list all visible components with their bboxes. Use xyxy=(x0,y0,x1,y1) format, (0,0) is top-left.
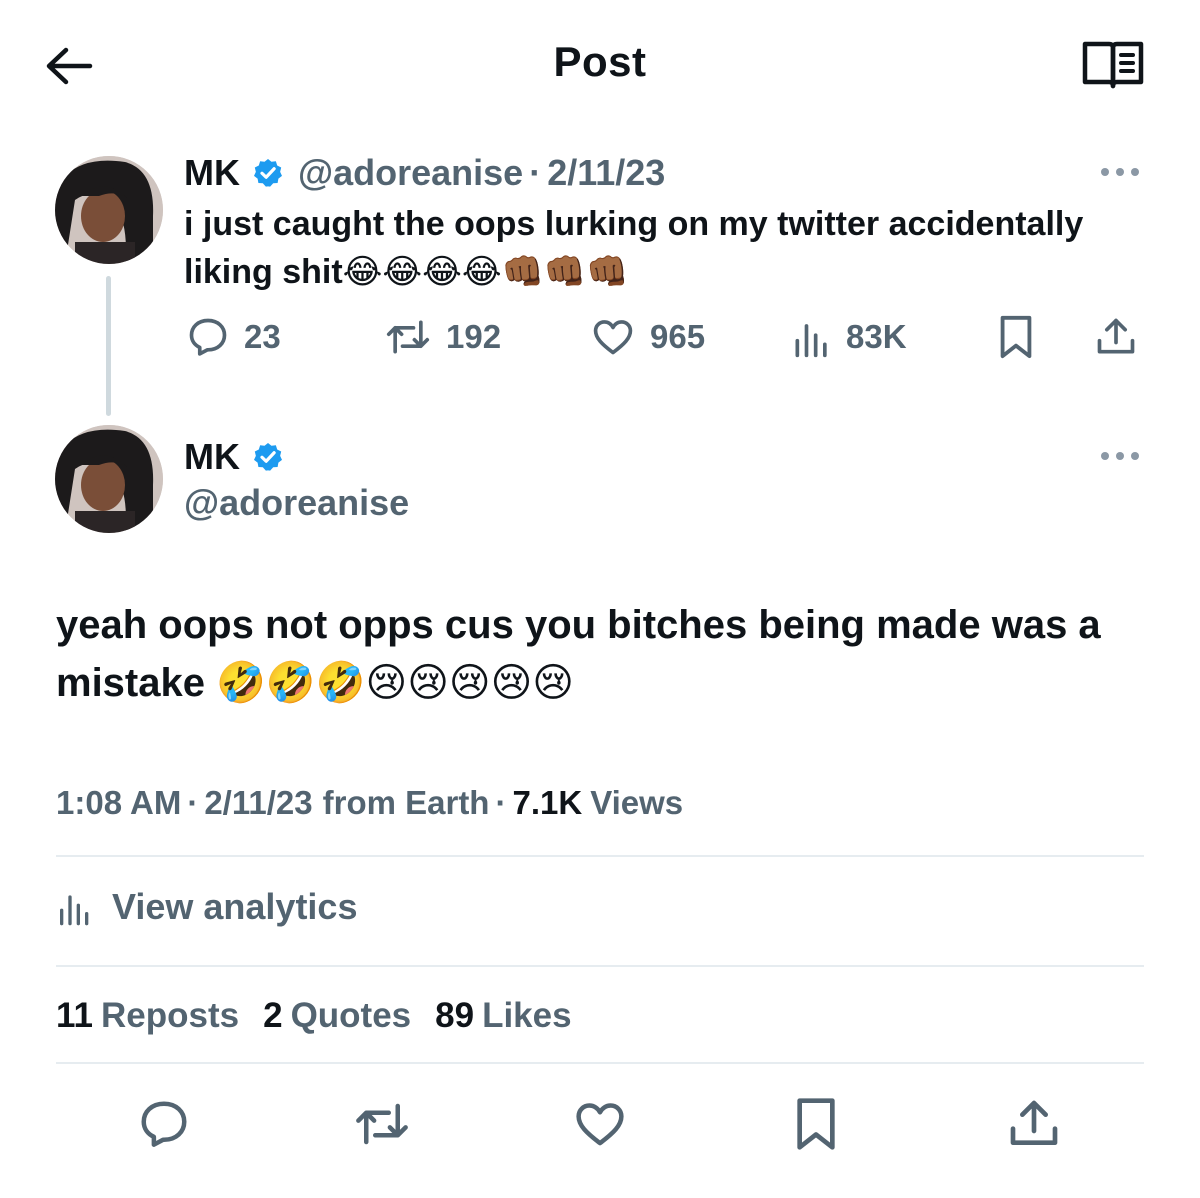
verified-badge-icon xyxy=(252,157,284,189)
divider xyxy=(56,855,1144,857)
verified-badge-icon xyxy=(252,441,284,473)
tweet-source: from Earth xyxy=(322,784,490,821)
view-analytics-label: View analytics xyxy=(112,886,358,927)
reposts-count: 11 xyxy=(56,996,93,1035)
repost-button[interactable] xyxy=(352,1096,412,1152)
parent-tweet-text: i just caught the oops lurking on my twi… xyxy=(184,205,1084,291)
parent-tweet-header: MK @adoreanise · 2/11/23 xyxy=(184,152,665,194)
separator-dot: · xyxy=(187,784,199,821)
engagement-stats: 11 Reposts 2 Quotes 89 Likes xyxy=(56,996,596,1036)
like-button[interactable] xyxy=(570,1096,630,1152)
reply-icon xyxy=(186,315,230,359)
share-icon xyxy=(1010,1100,1058,1145)
thread-connector-line xyxy=(106,276,111,416)
main-tweet-avatar[interactable] xyxy=(55,425,163,533)
repost-icon xyxy=(384,315,432,359)
quotes-label: Quotes xyxy=(290,996,412,1035)
likes-count: 89 xyxy=(435,996,475,1035)
reply-count: 23 xyxy=(244,318,281,355)
parent-author-name[interactable]: MK xyxy=(184,152,240,194)
parent-repost-button[interactable]: 192 xyxy=(384,314,501,360)
main-more-options-icon[interactable] xyxy=(1096,446,1144,466)
like-count: 965 xyxy=(650,318,706,355)
bookmark-icon xyxy=(996,314,1036,360)
parent-reply-button[interactable]: 23 xyxy=(186,314,281,360)
heart-icon xyxy=(590,315,636,359)
tweet-time[interactable]: 1:08 AM xyxy=(56,784,181,822)
main-author-name[interactable]: MK xyxy=(184,436,240,478)
bookmark-button[interactable] xyxy=(786,1096,846,1152)
parent-views-button[interactable]: 83K xyxy=(792,314,907,360)
parent-tweet-date[interactable]: 2/11/23 xyxy=(547,152,665,194)
top-bar: Post xyxy=(0,0,1200,130)
reposts-label: Reposts xyxy=(101,996,240,1035)
separator-dot: · xyxy=(495,784,507,821)
bookmark-icon xyxy=(797,1098,835,1150)
share-icon xyxy=(1094,314,1138,360)
reply-icon xyxy=(141,1101,187,1147)
tweet-date[interactable]: 2/11/23 xyxy=(204,784,312,822)
parent-bookmark-button[interactable] xyxy=(996,314,1036,360)
reposts-stat[interactable]: 11 Reposts xyxy=(56,996,239,1036)
analytics-icon xyxy=(56,887,94,927)
analytics-icon xyxy=(792,315,832,359)
quotes-stat[interactable]: 2 Quotes xyxy=(263,996,411,1036)
likes-stat[interactable]: 89 Likes xyxy=(435,996,571,1036)
likes-label: Likes xyxy=(482,996,572,1035)
share-button[interactable] xyxy=(1004,1096,1064,1152)
reader-mode-icon[interactable] xyxy=(1080,40,1146,92)
heart-icon xyxy=(576,1103,624,1146)
views-count: 83K xyxy=(846,318,907,355)
views-count: 7.1K xyxy=(512,784,583,821)
divider xyxy=(56,1062,1144,1064)
page-title: Post xyxy=(553,38,647,85)
repost-icon xyxy=(356,1103,408,1145)
parent-like-button[interactable]: 965 xyxy=(590,314,705,360)
parent-more-options-icon[interactable] xyxy=(1096,162,1144,182)
divider xyxy=(56,965,1144,967)
views-label: Views xyxy=(590,784,684,821)
view-analytics-button[interactable]: View analytics xyxy=(56,884,357,930)
quotes-count: 2 xyxy=(263,996,283,1035)
tweet-metadata: 1:08 AM · 2/11/23 from Earth · 7.1K View… xyxy=(56,784,683,822)
repost-count: 192 xyxy=(446,318,502,355)
separator-dot: · xyxy=(529,152,542,193)
parent-tweet-avatar[interactable] xyxy=(55,156,163,264)
main-tweet-header: MK xyxy=(184,436,298,478)
parent-author-handle[interactable]: @adoreanise xyxy=(298,152,523,194)
reply-button[interactable] xyxy=(134,1096,194,1152)
main-author-handle[interactable]: @adoreanise xyxy=(184,482,409,524)
main-tweet-text: yeah oops not opps cus you bitches being… xyxy=(56,603,1101,705)
parent-share-button[interactable] xyxy=(1094,314,1138,360)
